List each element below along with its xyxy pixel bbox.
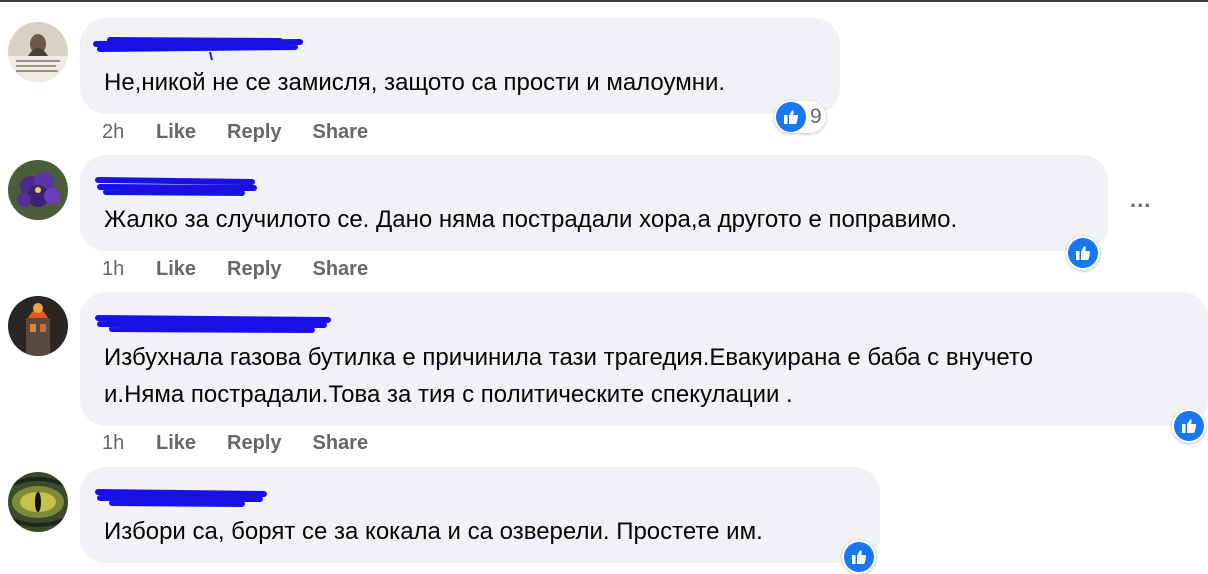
- comment-text-line-2: и.Няма пострадали.Това за тия с политиче…: [104, 381, 793, 408]
- comment-text-line-1: Избухнала газова бутилка е причинила таз…: [104, 344, 1033, 371]
- reply-button[interactable]: Reply: [227, 258, 281, 281]
- like-reaction-icon: [776, 102, 806, 132]
- comment-actions: 1h Like Reply Share: [102, 256, 399, 282]
- avatar[interactable]: [8, 160, 68, 220]
- more-options-icon[interactable]: ...: [1130, 187, 1151, 213]
- timestamp[interactable]: 2h: [102, 121, 156, 144]
- redacted-author-name: [95, 489, 267, 507]
- comment-actions: 1h Like Reply Share: [102, 430, 399, 456]
- comment-actions: 2h Like Reply Share: [102, 119, 399, 145]
- share-button[interactable]: Share: [313, 432, 369, 455]
- share-button[interactable]: Share: [313, 258, 369, 281]
- timestamp[interactable]: 1h: [102, 432, 156, 455]
- comment-text: Избори са, борят се за кокала и са озвер…: [104, 518, 763, 545]
- like-button[interactable]: Like: [156, 432, 196, 455]
- timestamp[interactable]: 1h: [102, 258, 156, 281]
- like-reaction-icon: [1068, 238, 1098, 268]
- redacted-author-name: [95, 177, 257, 196]
- reaction-count: 9: [810, 105, 822, 128]
- comment-text: Жалко за случилото се. Дано няма пострад…: [104, 206, 958, 233]
- share-button[interactable]: Share: [313, 121, 369, 144]
- reaction-summary[interactable]: [842, 540, 876, 574]
- like-button[interactable]: Like: [156, 121, 196, 144]
- reaction-summary[interactable]: [1066, 236, 1100, 270]
- reply-button[interactable]: Reply: [227, 432, 281, 455]
- like-reaction-icon: [844, 542, 874, 572]
- reply-button[interactable]: Reply: [227, 121, 281, 144]
- like-reaction-icon: [1174, 411, 1204, 441]
- avatar[interactable]: [8, 472, 68, 532]
- top-divider: [0, 0, 1208, 2]
- avatar[interactable]: [8, 296, 68, 356]
- redacted-author-name: [95, 315, 331, 333]
- redacted-author-name: [93, 37, 303, 61]
- reaction-summary[interactable]: 9: [774, 101, 826, 133]
- comment-text: Не,никой не се замисля, защото са прости…: [104, 69, 726, 96]
- like-button[interactable]: Like: [156, 258, 196, 281]
- avatar[interactable]: [8, 22, 68, 82]
- reaction-summary[interactable]: [1172, 409, 1206, 443]
